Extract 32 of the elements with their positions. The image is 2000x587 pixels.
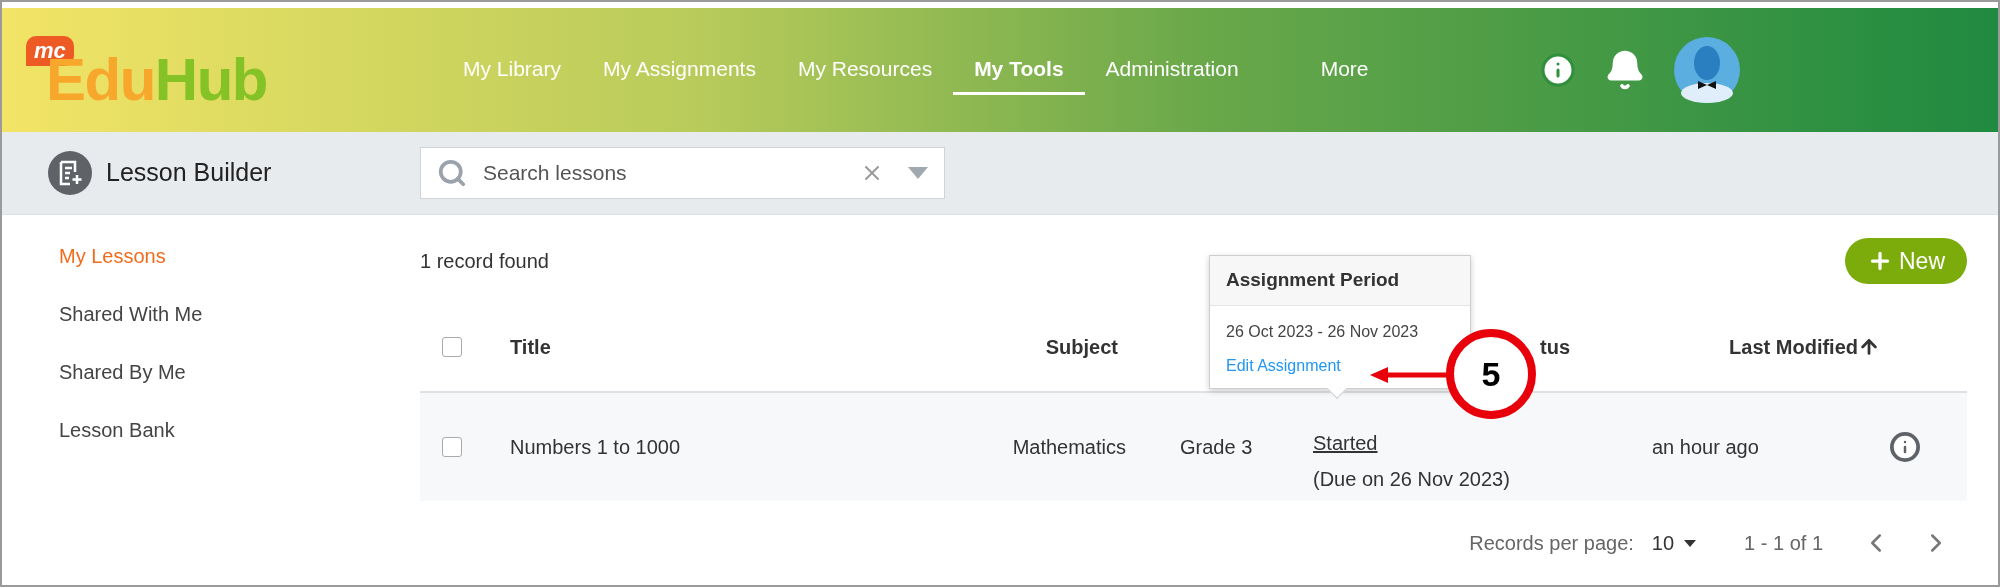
sidebar-item[interactable]: Lesson Bank [59, 415, 420, 445]
table-cell-text: Grade 3 [1180, 435, 1253, 460]
page-range: 1 - 1 of 1 [1744, 531, 1823, 556]
status-link[interactable]: Started [1313, 428, 1378, 458]
table-cell-text: Numbers 1 to 1000 [510, 435, 681, 460]
caret-icon [1684, 539, 1697, 547]
sidebar-item[interactable]: Shared With Me [59, 299, 420, 329]
record-count: 1 record found [420, 249, 549, 274]
column-header[interactable]: Title [510, 332, 551, 362]
page-title: Lesson Builder [106, 157, 272, 189]
column-header[interactable]: Subject [1045, 332, 1118, 362]
sidebar-item[interactable]: Shared By Me [59, 357, 420, 387]
popover-title: Assignment Period [1226, 268, 1400, 293]
info-icon[interactable] [1890, 432, 1920, 462]
table-cell-text: an hour ago [1652, 435, 1759, 460]
row-checkbox[interactable] [442, 437, 462, 457]
search-icon [437, 158, 467, 189]
logo-text: Hub [154, 50, 267, 111]
search-field[interactable]: Search lessons [483, 157, 860, 189]
assignment-period: 26 Oct 2023 - 26 Nov 2023 [1226, 322, 1420, 342]
column-header[interactable]: tus [1540, 332, 1570, 362]
info-icon[interactable] [1539, 52, 1576, 89]
dropdown-caret-icon[interactable] [908, 167, 928, 180]
per-page-select[interactable]: 10 [1651, 528, 1697, 558]
records-per-page-label: Records per page: [1469, 531, 1634, 556]
avatar-icon[interactable] [1673, 37, 1740, 104]
table-cell-text: Mathematics [1012, 435, 1126, 460]
lesson-builder-icon [48, 151, 92, 196]
due-date: (Due on 26 Nov 2023) [1313, 467, 1510, 492]
column-header[interactable]: Last Modified [1729, 332, 1858, 362]
select-all-checkbox[interactable] [442, 337, 462, 357]
search-bar[interactable]: Search lessons [420, 147, 945, 200]
